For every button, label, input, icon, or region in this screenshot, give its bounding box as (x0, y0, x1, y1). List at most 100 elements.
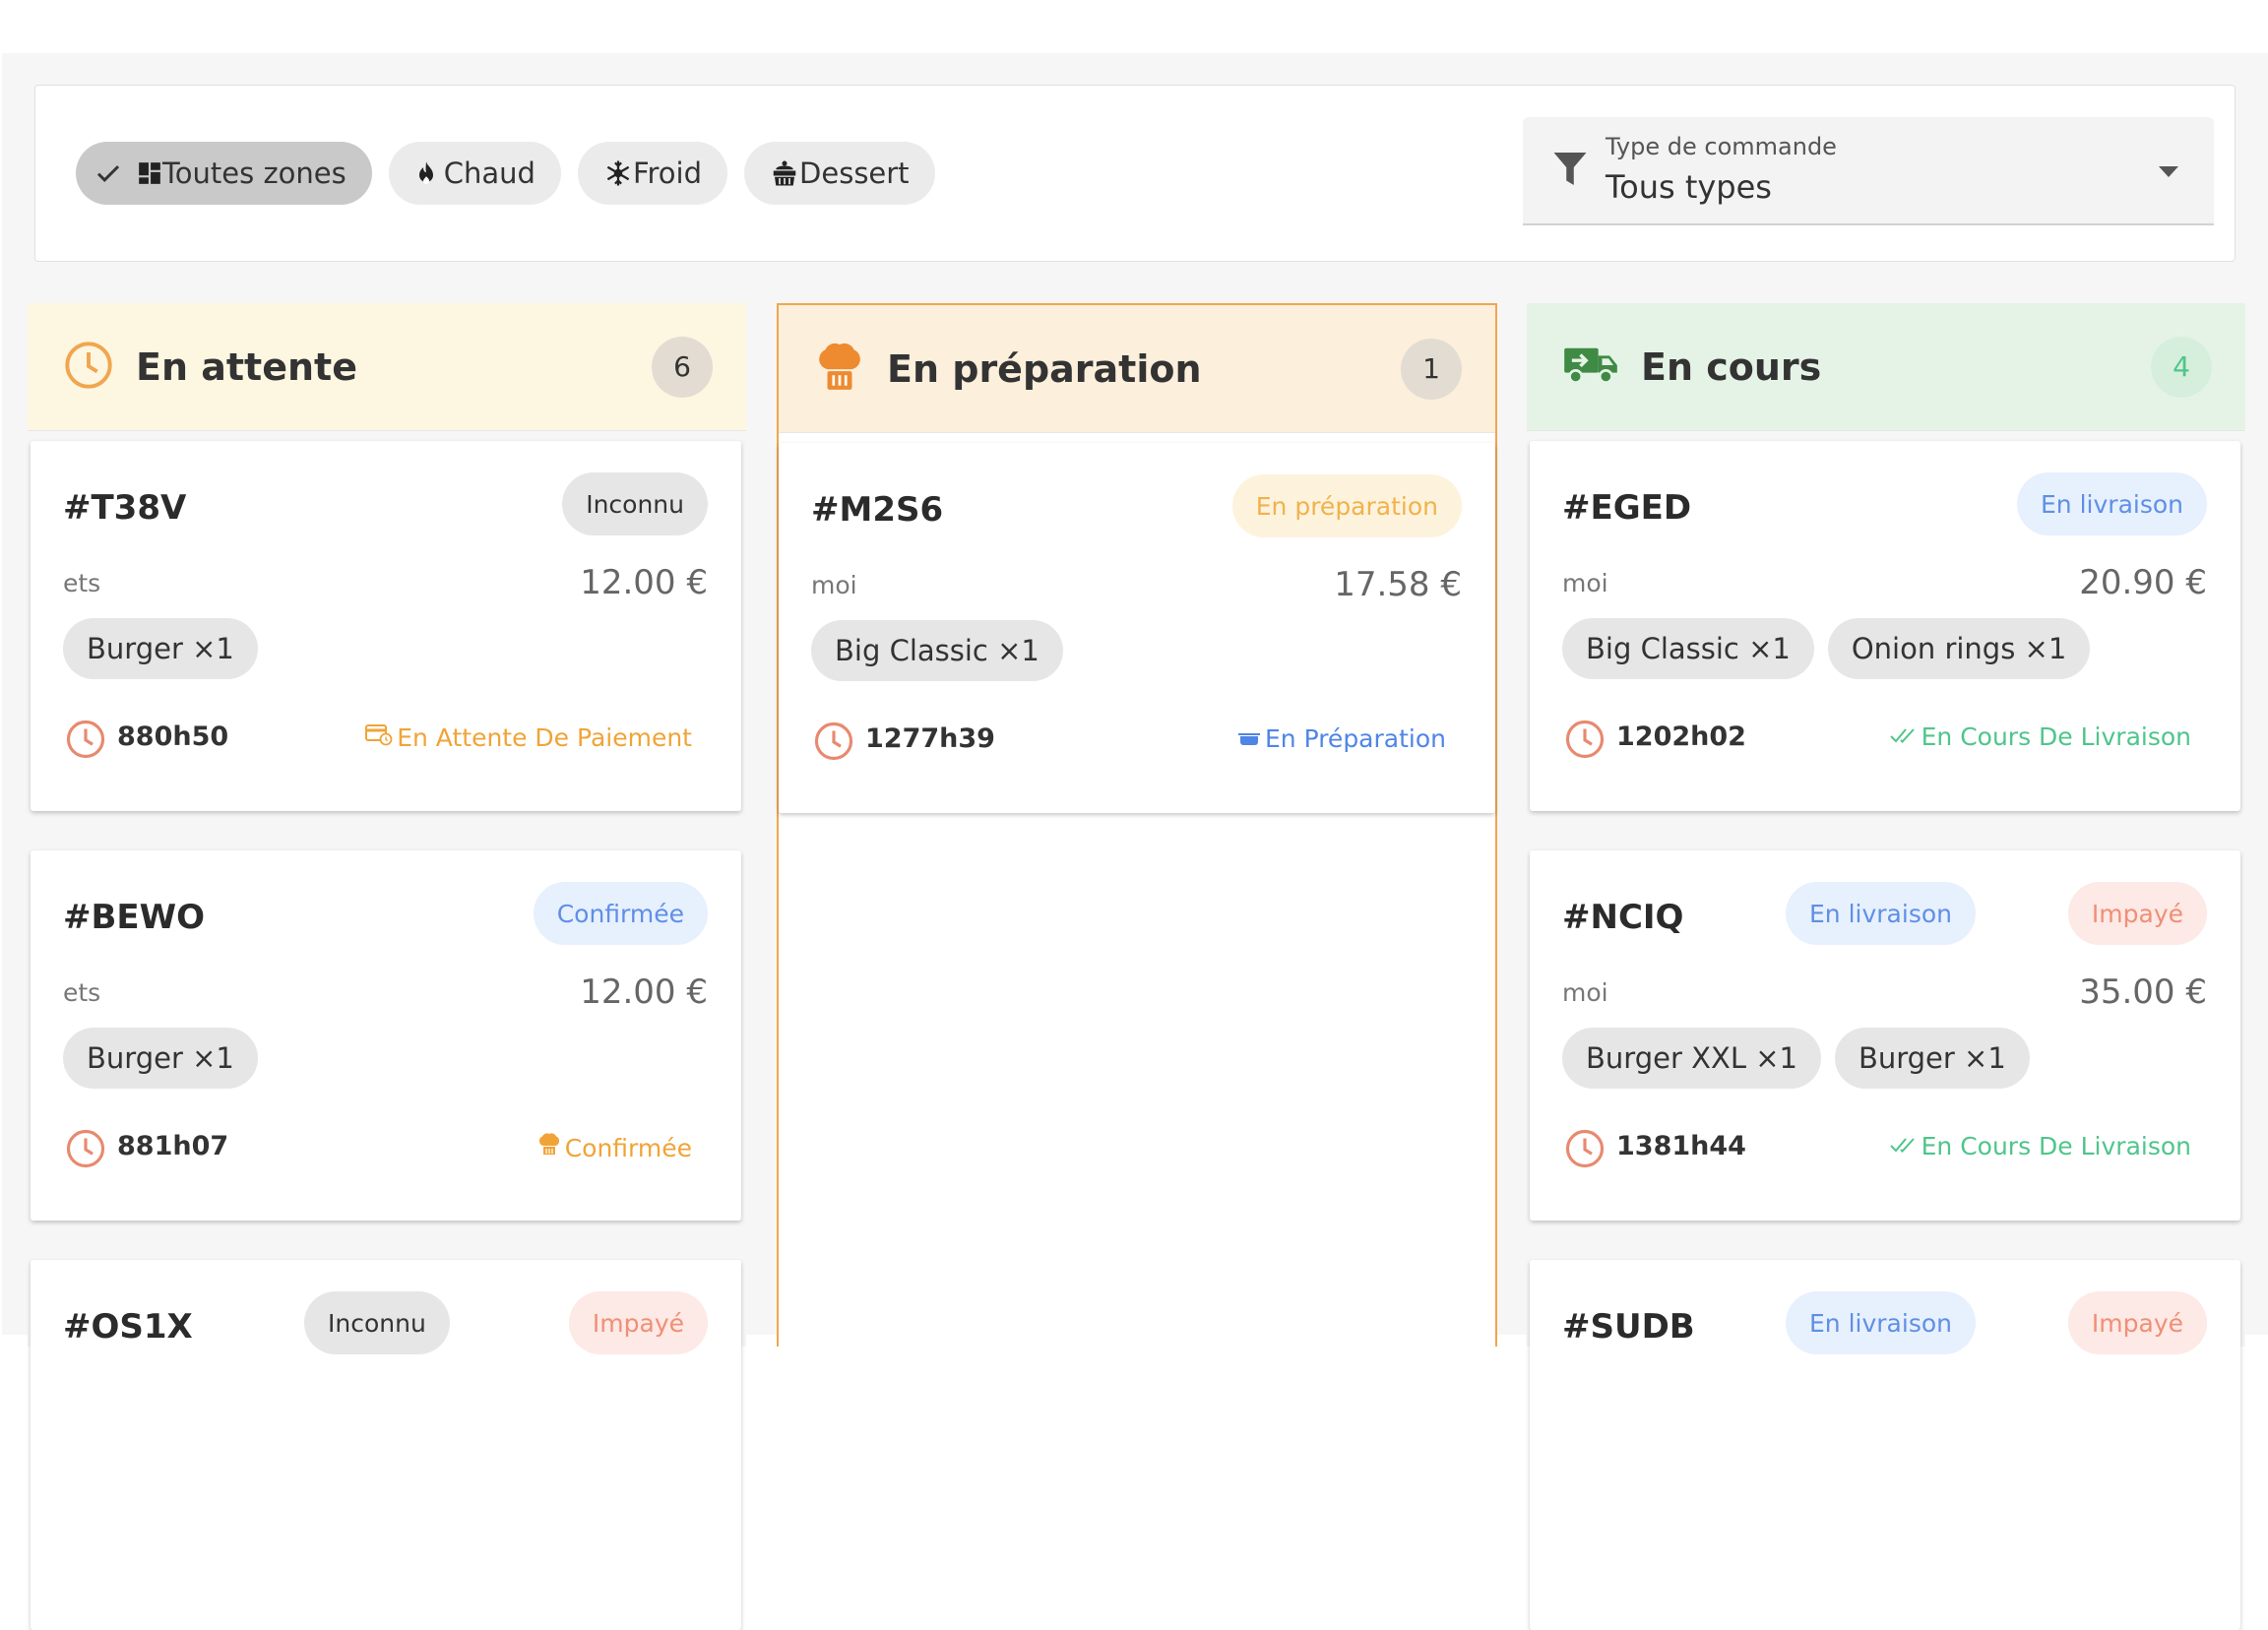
status-badge: Confirmée (533, 882, 708, 945)
order-status-text: En Attente De Paiement (397, 722, 692, 752)
order-status-text: En Cours De Livraison (1921, 1132, 2191, 1160)
elapsed-time: 880h50 (117, 721, 229, 752)
item-chip: Burger XXL ×1 (1562, 1028, 1821, 1089)
item-chip: Burger ×1 (63, 1028, 258, 1089)
chip-hot[interactable]: Chaud (388, 142, 561, 205)
elapsed-time: 1381h44 (1616, 1131, 1746, 1161)
order-type-value: Tous types (1606, 168, 1772, 206)
cake-icon (770, 158, 799, 188)
order-status-text: En Préparation (1264, 724, 1446, 753)
status-badge: En préparation (1231, 474, 1462, 537)
clock-icon (1564, 1128, 1606, 1173)
order-card[interactable]: #T38V Inconnu ets 12.00 € Burger ×1 880h… (31, 441, 741, 811)
payment-badge: Impayé (2067, 882, 2207, 945)
item-chip: Big Classic ×1 (1562, 618, 1814, 679)
chip-dessert[interactable]: Dessert (744, 142, 935, 205)
column-title: En attente (136, 345, 357, 389)
order-items: Burger ×1 (63, 618, 258, 679)
chef-icon (537, 1132, 561, 1163)
order-code: #EGED (1562, 488, 1692, 528)
dashboard-icon (137, 160, 162, 186)
column-header: En attente 6 (28, 303, 746, 431)
column-count-badge: 6 (652, 336, 713, 398)
client-name: moi (811, 571, 857, 599)
chip-cold[interactable]: Froid (577, 142, 728, 205)
client-name: moi (1562, 569, 1608, 597)
page: Toutes zones Chaud Froid Dessert Type de… (2, 53, 2268, 1630)
elapsed-time: 881h07 (117, 1131, 229, 1161)
order-price: 20.90 € (2079, 563, 2207, 602)
chef-hat-icon (814, 341, 865, 398)
chip-label: Chaud (443, 157, 536, 190)
filter-bar: Toutes zones Chaud Froid Dessert Type de… (34, 85, 2236, 262)
double-check-icon (1889, 1132, 1918, 1160)
column-pending: En attente 6 #T38V Inconnu ets 12.00 € B… (28, 303, 746, 1630)
truck-icon (1562, 343, 1619, 392)
clock-icon (63, 340, 114, 395)
order-code: #SUDB (1562, 1307, 1695, 1347)
zone-filter-chips: Toutes zones Chaud Froid Dessert (76, 142, 935, 205)
order-status: En Préparation (1237, 724, 1446, 753)
clock-icon (65, 1128, 106, 1173)
order-card[interactable]: #M2S6 En préparation moi 17.58 € Big Cla… (779, 443, 1495, 813)
order-code: #T38V (63, 488, 187, 528)
order-card[interactable]: #OS1X Inconnu Impayé (31, 1260, 741, 1630)
order-status-text: Confirmée (564, 1133, 692, 1162)
clock-icon (1564, 719, 1606, 764)
client-name: ets (63, 978, 101, 1007)
payment-badge: Impayé (2067, 1291, 2207, 1354)
column-in-progress: En cours 4 #EGED En livraison moi 20.90 … (1527, 303, 2245, 1630)
order-status: Confirmée (537, 1132, 692, 1163)
column-count-badge: 4 (2151, 336, 2212, 398)
order-code: #M2S6 (811, 490, 944, 530)
order-status: En Cours De Livraison (1889, 722, 2191, 751)
column-header: En cours 4 (1527, 303, 2245, 431)
order-price: 12.00 € (580, 563, 708, 602)
chip-label: Toutes zones (162, 157, 346, 190)
order-status-text: En Cours De Livraison (1921, 722, 2191, 751)
clock-icon (813, 721, 854, 766)
order-items: Big Classic ×1 Onion rings ×1 (1562, 618, 2091, 679)
chip-label: Dessert (799, 157, 910, 190)
column-title: En cours (1641, 345, 1822, 389)
flame-icon (414, 159, 438, 187)
order-items: Burger XXL ×1 Burger ×1 (1562, 1028, 2030, 1089)
chevron-down-icon (2159, 166, 2178, 177)
clock-icon (65, 719, 106, 764)
order-card[interactable]: #EGED En livraison moi 20.90 € Big Class… (1530, 441, 2240, 811)
order-card[interactable]: #BEWO Confirmée ets 12.00 € Burger ×1 88… (31, 850, 741, 1221)
status-badge: Inconnu (562, 472, 708, 535)
status-badge: En livraison (1786, 882, 1976, 945)
pot-icon (1237, 724, 1261, 753)
order-code: #OS1X (63, 1307, 193, 1347)
order-type-select[interactable]: Type de commande Tous types (1523, 117, 2214, 225)
order-card[interactable]: #NCIQ En livraison Impayé moi 35.00 € Bu… (1530, 850, 2240, 1221)
item-chip: Onion rings ×1 (1827, 618, 2091, 679)
order-items: Big Classic ×1 (811, 620, 1063, 681)
order-price: 17.58 € (1334, 565, 1462, 604)
order-items: Burger ×1 (63, 1028, 258, 1089)
column-preparation: En préparation 1 #M2S6 En préparation mo… (777, 303, 1497, 1347)
snowflake-icon (603, 158, 633, 188)
status-badge: En livraison (2017, 472, 2207, 535)
payment-icon (365, 722, 393, 752)
order-type-label: Type de commande (1606, 133, 1837, 160)
order-status: En Cours De Livraison (1889, 1132, 2191, 1160)
order-card[interactable]: #SUDB En livraison Impayé (1530, 1260, 2240, 1630)
elapsed-time: 1202h02 (1616, 721, 1746, 752)
item-chip: Burger ×1 (1834, 1028, 2030, 1089)
order-code: #NCIQ (1562, 898, 1684, 937)
order-code: #BEWO (63, 898, 206, 937)
check-icon (94, 158, 123, 188)
order-price: 35.00 € (2079, 972, 2207, 1012)
client-name: ets (63, 569, 101, 597)
column-count-badge: 1 (1401, 338, 1462, 400)
column-header: En préparation 1 (779, 305, 1495, 433)
elapsed-time: 1277h39 (865, 723, 995, 754)
chip-all-zones[interactable]: Toutes zones (76, 142, 372, 205)
column-title: En préparation (887, 346, 1202, 391)
order-price: 12.00 € (580, 972, 708, 1012)
client-name: moi (1562, 978, 1608, 1007)
item-chip: Burger ×1 (63, 618, 258, 679)
status-badge: Inconnu (304, 1291, 450, 1354)
